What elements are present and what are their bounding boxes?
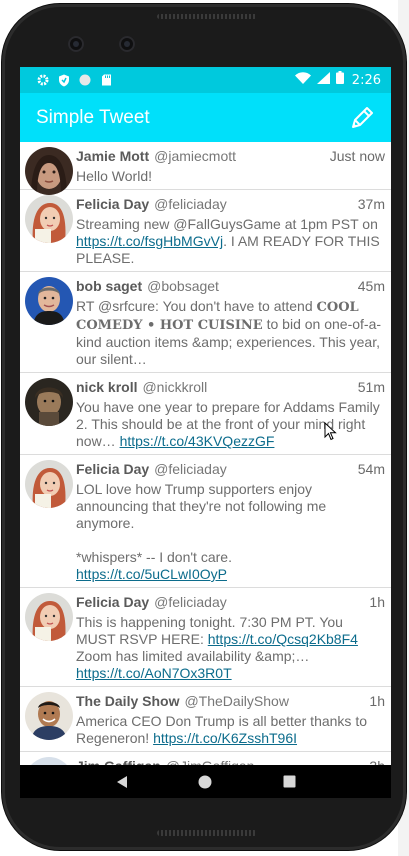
tweet-item[interactable]: nick kroll @nickkroll 51m You have one year… (20, 373, 391, 455)
tweet-author-name: Felicia Day (76, 594, 150, 610)
pencil-icon (352, 106, 373, 128)
tweet-body: You have one year to prepare for Addams … (76, 399, 385, 450)
tweet-header: bob saget @bobsaget 45m (76, 277, 385, 295)
home-icon (198, 775, 212, 788)
status-time: 2:26 (351, 72, 381, 88)
shield-icon (58, 74, 70, 86)
tweet-header: The Daily Show @TheDailyShow 1h (76, 692, 385, 710)
wifi-icon (294, 71, 311, 89)
app-title: Simple Tweet (36, 106, 150, 128)
tweet-body: LOL love how Trump supporters enjoy anno… (76, 481, 385, 583)
bottom-speaker (157, 830, 257, 836)
avatar[interactable] (25, 593, 73, 641)
tweet-link[interactable]: https://t.co/Qcsq2Kb8F4 (208, 631, 358, 647)
tweet-timestamp: 45m (357, 278, 385, 294)
app-bar: Simple Tweet (20, 93, 391, 142)
tweet-header: nick kroll @nickkroll 51m (76, 378, 385, 396)
tweet-author-name: bob saget (76, 278, 143, 294)
home-button[interactable] (195, 772, 215, 792)
tweet-author-handle: @JimGaffigan (166, 757, 255, 765)
circle-icon (79, 74, 91, 86)
tweet-author-handle: @feliciaday (154, 461, 227, 477)
sd-card-icon (100, 74, 112, 86)
tweet-link[interactable]: https://t.co/AoN7Ox3R0T (76, 665, 232, 681)
tweet-body: RT @srfcure: You don't have to attend CO… (76, 298, 385, 368)
tweet-author-name: nick kroll (76, 379, 138, 395)
tweet-link[interactable]: https://t.co/43KVQezzGF (120, 433, 275, 449)
recents-button[interactable] (279, 772, 299, 792)
tweet-body: Hello World! (76, 168, 385, 185)
avatar[interactable] (25, 277, 73, 325)
tweet-author-handle: @bobsaget (147, 278, 219, 294)
tweet-author-handle: @nickkroll (142, 379, 208, 395)
tweet-text: Zoom has limited availability &amp;… (76, 648, 310, 664)
tweet-body: Streaming new @FallGuysGame at 1pm PST o… (76, 216, 385, 267)
tweet-author-name: Felicia Day (76, 461, 150, 477)
mouse-cursor-icon (324, 422, 337, 441)
tweet-text: RT @srfcure: You don't have to attend (76, 298, 317, 314)
tweet-text: Streaming new @FallGuysGame at 1pm PST o… (76, 216, 382, 232)
tweet-author-handle: @TheDailyShow (184, 693, 289, 709)
tweet-header: Jamie Mott @jamiecmott Just now (76, 147, 385, 165)
tweet-author-name: Felicia Day (76, 196, 150, 212)
avatar[interactable] (25, 195, 73, 243)
signal-icon (316, 71, 330, 89)
tweet-author-handle: @feliciaday (154, 196, 227, 212)
tweet-item[interactable]: Felicia Day @feliciaday 1h This is happenin… (20, 588, 391, 687)
tweet-timestamp: 1h (369, 594, 385, 610)
tweet-body: This is happening tonight. 7:30 PM PT. Y… (76, 614, 385, 682)
tweet-timestamp: 37m (357, 196, 385, 212)
tweet-link[interactable]: https://t.co/fsgHbMGvVj (76, 233, 223, 249)
tweet-link[interactable]: https://t.co/K6ZsshT96I (153, 730, 297, 746)
tweet-timestamp: 51m (357, 379, 385, 395)
tweet-author-name: The Daily Show (76, 693, 180, 709)
tweet-item[interactable]: Jamie Mott @jamiecmott Just now Hello World… (20, 142, 391, 195)
tweet-header: Felicia Day @feliciaday 54m (76, 460, 385, 478)
avatar[interactable] (25, 692, 73, 740)
battery-icon (335, 71, 344, 89)
tweet-timestamp: Just now (329, 148, 385, 164)
front-camera-icon (68, 36, 84, 52)
back-icon (116, 775, 127, 788)
tweet-author-handle: @jamiecmott (154, 148, 237, 164)
avatar[interactable] (25, 757, 73, 765)
tweet-item[interactable]: bob saget @bobsaget 45m RT @srfcure: You do… (20, 272, 391, 373)
tweet-item[interactable]: Jim Gaffigan@JimGaffigan3hI hate when ce… (20, 752, 391, 765)
tweet-text: LOL love how Trump supporters enjoy anno… (76, 481, 327, 565)
tweet-link[interactable]: https://t.co/5uCLwI0OyP (76, 566, 227, 582)
back-button[interactable] (112, 772, 132, 792)
phone-frame: 2:26 Simple Tweet Jamie Mott @jamiecmott J… (2, 4, 406, 850)
tweet-body: America CEO Don Trump is all better than… (76, 713, 385, 747)
avatar[interactable] (25, 460, 73, 508)
tweet-timeline[interactable]: Jamie Mott @jamiecmott Just now Hello World… (20, 142, 391, 765)
tweet-item[interactable]: Felicia Day @feliciaday 37m Streaming new @… (20, 190, 391, 272)
compose-button[interactable] (347, 103, 377, 133)
tweet-timestamp: 54m (357, 461, 385, 477)
avatar[interactable] (25, 378, 73, 426)
status-bar: 2:26 (20, 67, 391, 93)
tweet-item[interactable]: The Daily Show @TheDailyShow 1h America CEO… (20, 687, 391, 752)
tweet-timestamp: 1h (369, 693, 385, 709)
system-nav-bar (20, 765, 391, 798)
tweet-author-name: Jamie Mott (76, 148, 150, 164)
tweet-header: Felicia Day @feliciaday 1h (76, 593, 385, 611)
tweet-header: Jim Gaffigan @JimGaffigan 3h (76, 757, 385, 765)
front-sensor-icon (119, 36, 135, 52)
avatar[interactable] (25, 147, 73, 195)
tweet-header: Felicia Day @feliciaday 37m (76, 195, 385, 213)
gear-icon (37, 74, 49, 86)
tweet-text: Hello World! (76, 168, 152, 184)
recents-icon (283, 775, 296, 788)
tweet-item[interactable]: Felicia Day @feliciaday 54m LOL love how Tr… (20, 455, 391, 588)
tweet-author-handle: @feliciaday (154, 594, 227, 610)
tweet-author-name: Jim Gaffigan (76, 757, 161, 765)
tweet-timestamp: 3h (369, 757, 385, 765)
earpiece-speaker (157, 14, 257, 19)
